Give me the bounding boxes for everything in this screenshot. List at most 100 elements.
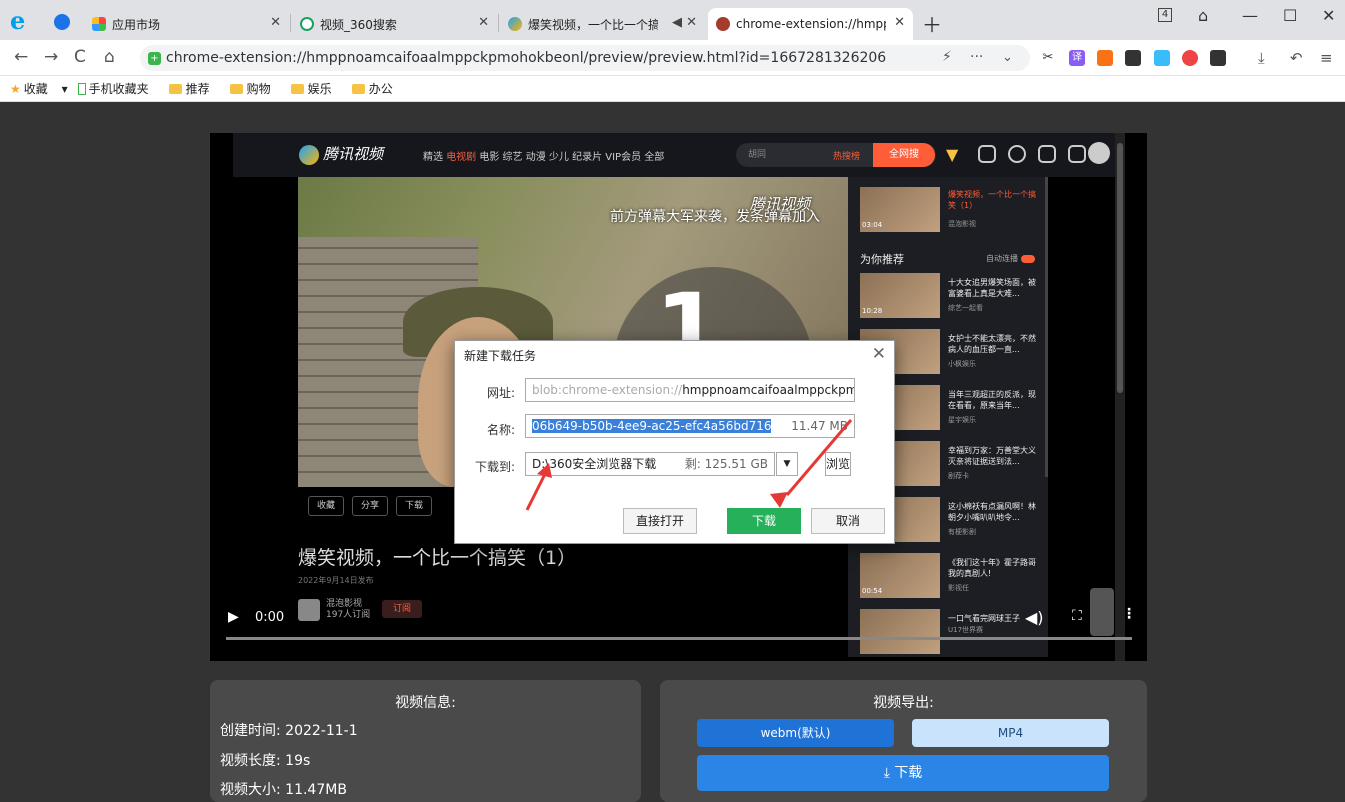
reload-icon[interactable]: C — [74, 47, 86, 67]
tab-360-search[interactable]: 视频_360搜索 ✕ — [292, 8, 497, 40]
info-size: 视频大小: 11.47MB — [220, 782, 347, 798]
info-created: 创建时间: 2022-11-1 — [220, 723, 358, 739]
browse-button[interactable]: 浏览 — [825, 452, 851, 476]
tencent-header: 腾讯视频 精选 电视剧 电影 综艺 动漫 少儿 纪录片 VIP会员 全部 胡同 … — [233, 133, 1115, 177]
translate-icon[interactable]: 译 — [1069, 50, 1085, 66]
tab-label: chrome-extension://hmppnc — [736, 17, 886, 31]
bookmark-folder-entertainment[interactable]: 娱乐 — [290, 80, 342, 97]
home-icon[interactable]: ⌂ — [104, 47, 115, 67]
close-window-icon[interactable]: ✕ — [1322, 6, 1335, 25]
open-directly-button[interactable]: 直接打开 — [623, 508, 697, 534]
folder-icon — [351, 83, 365, 94]
tencent-nav: 精选 电视剧 电影 综艺 动漫 少儿 纪录片 VIP会员 全部 — [423, 152, 665, 163]
bookmark-mobile[interactable]: 手机收藏夹 — [77, 80, 159, 97]
back-icon[interactable]: ← — [14, 47, 28, 67]
path-input[interactable]: D:\360安全浏览器下载 剩: 125.51 GB — [525, 452, 775, 476]
more-options-icon[interactable]: ⋮ — [1122, 606, 1136, 622]
name-input[interactable]: 06b649-b50b-4ee9-ac25-efc4a56bd716 11.47 … — [525, 414, 855, 438]
tencent-video-icon — [299, 144, 319, 165]
tab-app-market[interactable]: 应用市场 ✕ — [84, 8, 289, 40]
path-dropdown-button[interactable]: ▼ — [776, 452, 798, 476]
audio-close-icon[interactable]: ◀ ✕ — [672, 15, 697, 30]
maximize-icon[interactable]: ☐ — [1283, 6, 1297, 25]
close-icon[interactable]: ✕ — [872, 344, 886, 364]
message-icon — [1068, 145, 1086, 163]
history-icon — [1008, 145, 1026, 163]
close-icon[interactable]: ✕ — [478, 15, 489, 30]
autoplay-toggle: 自动连播 — [986, 253, 1035, 264]
skin-icon[interactable]: ⌂ — [1198, 6, 1208, 25]
format-mp4-button[interactable]: MP4 — [912, 719, 1109, 747]
tab-label: 视频_360搜索 — [320, 17, 397, 32]
folder-icon — [168, 83, 182, 94]
tab-chrome-extension[interactable]: chrome-extension://hmppnc ✕ — [708, 8, 913, 40]
tab-funny-video[interactable]: 爆笑视频，一个比一个搞笑 ◀ ✕ — [500, 8, 705, 40]
side-title: 当年三观超正的反派，现在看看，原来当年... — [948, 390, 1036, 410]
bookmark-favorites[interactable]: ★ 收藏 ▾ — [10, 80, 68, 97]
collect-button: 收藏 — [308, 496, 345, 516]
browser-logo-icon[interactable]: e — [10, 6, 25, 35]
dialog-title: 新建下载任务 — [464, 349, 537, 363]
video-info-panel: 视频信息: 创建时间: 2022-11-1 视频长度: 19s 视频大小: 11… — [210, 680, 641, 802]
screen-icon[interactable] — [1125, 50, 1141, 66]
tab-label: 爆笑视频，一个比一个搞笑 — [528, 17, 658, 32]
download-video-button: 下载 — [396, 496, 433, 516]
side-channel: 混泡影视 — [948, 220, 976, 228]
chevron-down-icon[interactable]: ⌄ — [1002, 50, 1013, 65]
export-title: 视频导出: — [873, 695, 934, 711]
bookmark-folder-recommend[interactable]: 推荐 — [168, 80, 220, 97]
url-input[interactable]: blob:chrome-extension://hmppnoamcaifoaal… — [525, 378, 855, 402]
free-space: 剩: 125.51 GB — [684, 457, 768, 471]
scrollbar-thumb[interactable] — [1117, 143, 1123, 393]
play-icon[interactable]: ▶ — [228, 609, 239, 625]
url-field[interactable]: + chrome-extension://hmppnoamcaifoaalmpp… — [140, 45, 1030, 71]
minimize-icon[interactable]: — — [1242, 6, 1258, 25]
download-icon[interactable]: ⤓ — [1258, 49, 1265, 67]
undo-icon[interactable]: ↶ — [1290, 49, 1303, 67]
tab-count-icon[interactable]: 4 — [1158, 8, 1172, 22]
download-button[interactable]: 下载 — [727, 508, 801, 534]
lightning-icon[interactable]: ⚡ — [942, 49, 952, 65]
folder-icon — [229, 83, 243, 94]
format-webm-button[interactable]: webm(默认) — [697, 719, 894, 747]
page-scrollbar[interactable] — [1115, 133, 1125, 661]
close-icon[interactable]: ✕ — [270, 15, 281, 30]
phone-icon — [77, 82, 86, 95]
tab-separator — [290, 14, 291, 32]
fullscreen-icon[interactable]: ⛶ — [1072, 608, 1082, 624]
apps-grid-icon[interactable] — [1210, 50, 1226, 66]
fox-icon[interactable] — [1097, 50, 1113, 66]
scissors-icon[interactable]: ✂ — [1040, 50, 1056, 66]
tencent-watermark: 腾讯视频 — [750, 195, 811, 213]
more-dots-icon[interactable]: ··· — [970, 49, 983, 65]
video-export-panel: 视频导出: webm(默认) MP4 ⤓ 下载 — [660, 680, 1147, 802]
sidebar-scrollbar — [1045, 177, 1048, 477]
menu-icon[interactable]: ≡ — [1320, 49, 1333, 67]
new-tab-icon[interactable]: ＋ — [922, 9, 942, 38]
side-duration: 10:28 — [862, 307, 883, 315]
search-icon — [300, 17, 314, 31]
calendar-icon[interactable] — [1154, 50, 1170, 66]
time-display: 0:00 — [255, 610, 285, 625]
export-download-button[interactable]: ⤓ 下载 — [697, 755, 1109, 791]
side-channel: 影视任 — [948, 584, 969, 592]
new-download-dialog: 新建下载任务 ✕ 网址: blob:chrome-extension://hmp… — [454, 340, 895, 544]
side-title: 《我们这十年》霍子路哥我的真剧人! — [948, 558, 1036, 578]
forward-icon[interactable]: → — [44, 47, 58, 67]
bookmark-folder-office[interactable]: 办公 — [351, 80, 403, 97]
download-icon: ⤓ — [883, 765, 895, 781]
compass-icon[interactable] — [54, 14, 70, 30]
progress-bar[interactable] — [226, 637, 1132, 640]
folder-icon — [290, 83, 304, 94]
record-icon[interactable] — [1182, 50, 1198, 66]
bookmark-folder-shopping[interactable]: 购物 — [229, 80, 281, 97]
close-icon[interactable]: ✕ — [894, 15, 905, 30]
cancel-button[interactable]: 取消 — [811, 508, 885, 534]
tab-bar: e 应用市场 ✕ 视频_360搜索 ✕ 爆笑视频，一个比一个搞笑 ◀ ✕ chr… — [0, 0, 1345, 40]
recommend-label: 为你推荐 — [860, 253, 904, 266]
hot-list-label: 热搜榜 — [833, 152, 861, 162]
path-label: 下载到: — [474, 460, 515, 474]
side-duration: 00:54 — [862, 587, 883, 595]
volume-icon[interactable]: ◀) — [1025, 608, 1044, 627]
tencent-video-icon — [508, 17, 522, 31]
